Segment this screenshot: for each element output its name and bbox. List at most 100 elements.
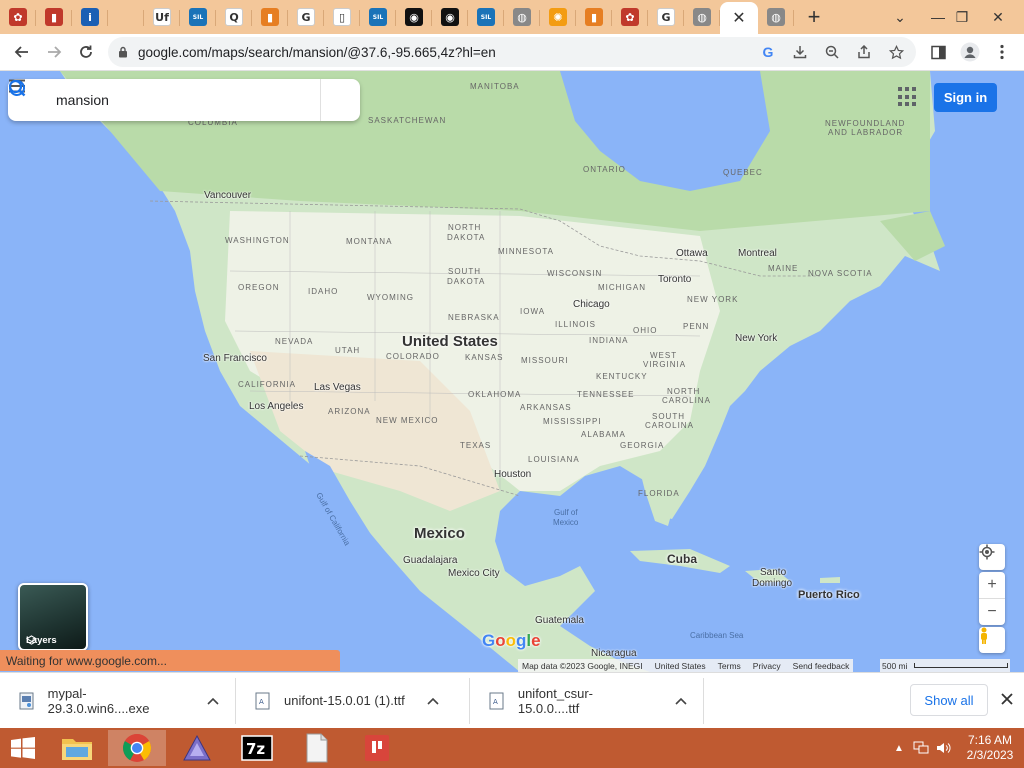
profile-button[interactable] (954, 36, 986, 68)
browser-tab[interactable]: SIL (180, 2, 216, 32)
terms-link[interactable]: Terms (718, 661, 741, 671)
zoom-icon[interactable] (820, 40, 844, 64)
country-label[interactable]: Cuba (667, 552, 697, 566)
close-downloads-button[interactable] (995, 687, 1019, 711)
my-location-button[interactable] (979, 544, 1005, 570)
taskbar-red-app[interactable] (348, 730, 406, 766)
url-text[interactable]: google.com/maps/search/mansion/@37.6,-95… (138, 45, 496, 60)
zoom-in-button[interactable]: + (979, 572, 1005, 598)
start-button[interactable] (0, 730, 46, 766)
browser-tab[interactable]: ◍ (504, 2, 540, 32)
layers-button[interactable]: Layers (18, 583, 88, 651)
browser-tab[interactable]: ✿ (0, 2, 36, 32)
city-label[interactable]: New York (735, 333, 777, 344)
country-label[interactable]: United States (402, 333, 498, 350)
browser-tab[interactable]: ✺ (540, 2, 576, 32)
city-label[interactable]: Toronto (658, 274, 691, 285)
browser-tab[interactable]: G (648, 2, 684, 32)
city-label[interactable]: Houston (494, 469, 531, 480)
zoom-out-button[interactable]: − (979, 599, 1005, 625)
menu-button[interactable] (986, 36, 1018, 68)
chevron-up-icon[interactable] (203, 697, 223, 705)
browser-tab[interactable]: ▯ (324, 2, 360, 32)
map-attribution: Map data ©2023 Google, INEGI United Stat… (518, 659, 854, 672)
country-label[interactable]: Puerto Rico (798, 589, 860, 601)
chevron-up-icon[interactable] (423, 697, 443, 705)
browser-tab[interactable]: G (288, 2, 324, 32)
search-input[interactable]: mansion (56, 92, 280, 108)
side-panel-button[interactable] (922, 36, 954, 68)
sign-in-button[interactable]: Sign in (934, 83, 997, 112)
star-icon[interactable] (884, 40, 908, 64)
country-label[interactable]: Mexico (414, 525, 465, 542)
browser-tab[interactable]: ◍ (758, 2, 794, 32)
taskbar-file-explorer[interactable] (48, 730, 106, 766)
browser-tab[interactable]: ▮ (36, 2, 72, 32)
taskbar-app-triangle[interactable] (168, 730, 226, 766)
lock-icon[interactable] (108, 46, 138, 58)
street-view-pegman[interactable] (979, 627, 1005, 653)
browser-tab[interactable]: Q (216, 2, 252, 32)
taskbar-chrome[interactable] (108, 730, 166, 766)
close-tab-icon[interactable]: ✕ (732, 8, 745, 28)
back-button[interactable] (6, 36, 38, 68)
taskbar-7zip[interactable]: 7z (228, 730, 286, 766)
share-icon[interactable] (852, 40, 876, 64)
forward-button[interactable] (38, 36, 70, 68)
send-feedback-link[interactable]: Send feedback (793, 661, 850, 671)
browser-tab[interactable]: ◉ (432, 2, 468, 32)
address-bar[interactable]: google.com/maps/search/mansion/@37.6,-95… (108, 37, 916, 67)
close-window-button[interactable]: ✕ (978, 0, 1018, 34)
browser-tab[interactable]: ✿ (612, 2, 648, 32)
city-label[interactable]: Nicaragua (591, 648, 637, 659)
google-translate-icon[interactable]: G (756, 40, 780, 64)
region-label: TENNESSEE (577, 390, 635, 399)
taskbar-document[interactable] (288, 730, 346, 766)
new-tab-button[interactable]: + (794, 2, 834, 32)
active-browser-tab[interactable]: ✕ (720, 2, 758, 34)
download-item[interactable]: A unifont-15.0.01 (1).ttf (236, 677, 470, 724)
google-apps-icon[interactable] (898, 87, 918, 107)
browser-tab[interactable]: SIL (360, 2, 396, 32)
restore-button[interactable]: ❐ (942, 0, 982, 34)
city-label[interactable]: Guadalajara (403, 555, 457, 566)
system-clock[interactable]: 7:16 AM 2/3/2023 (956, 733, 1024, 763)
city-label[interactable]: Ottawa (676, 248, 708, 259)
install-app-icon[interactable] (788, 40, 812, 64)
map-canvas[interactable]: MANITOBA SASKATCHEWAN COLUMBIA ONTARIO Q… (0, 71, 1024, 672)
chevron-up-icon[interactable] (671, 697, 691, 705)
browser-tab[interactable]: ◉ (396, 2, 432, 32)
scale-bar[interactable]: 500 mi (880, 659, 1010, 672)
region-link[interactable]: United States (655, 661, 706, 671)
city-label[interactable]: Guatemala (535, 615, 584, 626)
download-item[interactable]: A unifont_csur-15.0.0....ttf (470, 677, 704, 724)
volume-icon[interactable] (932, 741, 956, 755)
city-label[interactable]: San Francisco (203, 353, 267, 364)
browser-tab[interactable]: Uf (144, 2, 180, 32)
privacy-link[interactable]: Privacy (753, 661, 781, 671)
browser-tab[interactable]: ▮ (252, 2, 288, 32)
city-label[interactable]: Domingo (752, 578, 792, 589)
show-all-button[interactable]: Show all (910, 684, 988, 716)
browser-tab[interactable] (108, 2, 144, 32)
clock-time: 7:16 AM (967, 733, 1013, 747)
city-label[interactable]: Vancouver (204, 190, 251, 201)
browser-tab[interactable]: ▮ (576, 2, 612, 32)
network-icon[interactable] (910, 741, 932, 755)
reload-button[interactable] (70, 36, 102, 68)
chevron-up-icon[interactable]: ▲ (888, 743, 910, 754)
city-label[interactable]: Mexico City (448, 568, 500, 579)
globe-icon: ◍ (513, 8, 531, 26)
browser-tab[interactable]: i (72, 2, 108, 32)
city-label[interactable]: Los Angeles (249, 401, 304, 412)
browser-tab[interactable]: SIL (468, 2, 504, 32)
tab-search-button[interactable]: ⌄ (880, 0, 920, 34)
city-label[interactable]: Chicago (573, 299, 610, 310)
colorful-icon: ▮ (261, 8, 279, 26)
svg-text:A: A (259, 698, 264, 706)
download-item[interactable]: mypal-29.3.0.win6....exe (0, 677, 236, 724)
browser-tab[interactable]: ◍ (684, 2, 720, 32)
city-label[interactable]: Montreal (738, 248, 777, 259)
city-label[interactable]: Santo (760, 567, 786, 578)
city-label[interactable]: Las Vegas (314, 382, 361, 393)
